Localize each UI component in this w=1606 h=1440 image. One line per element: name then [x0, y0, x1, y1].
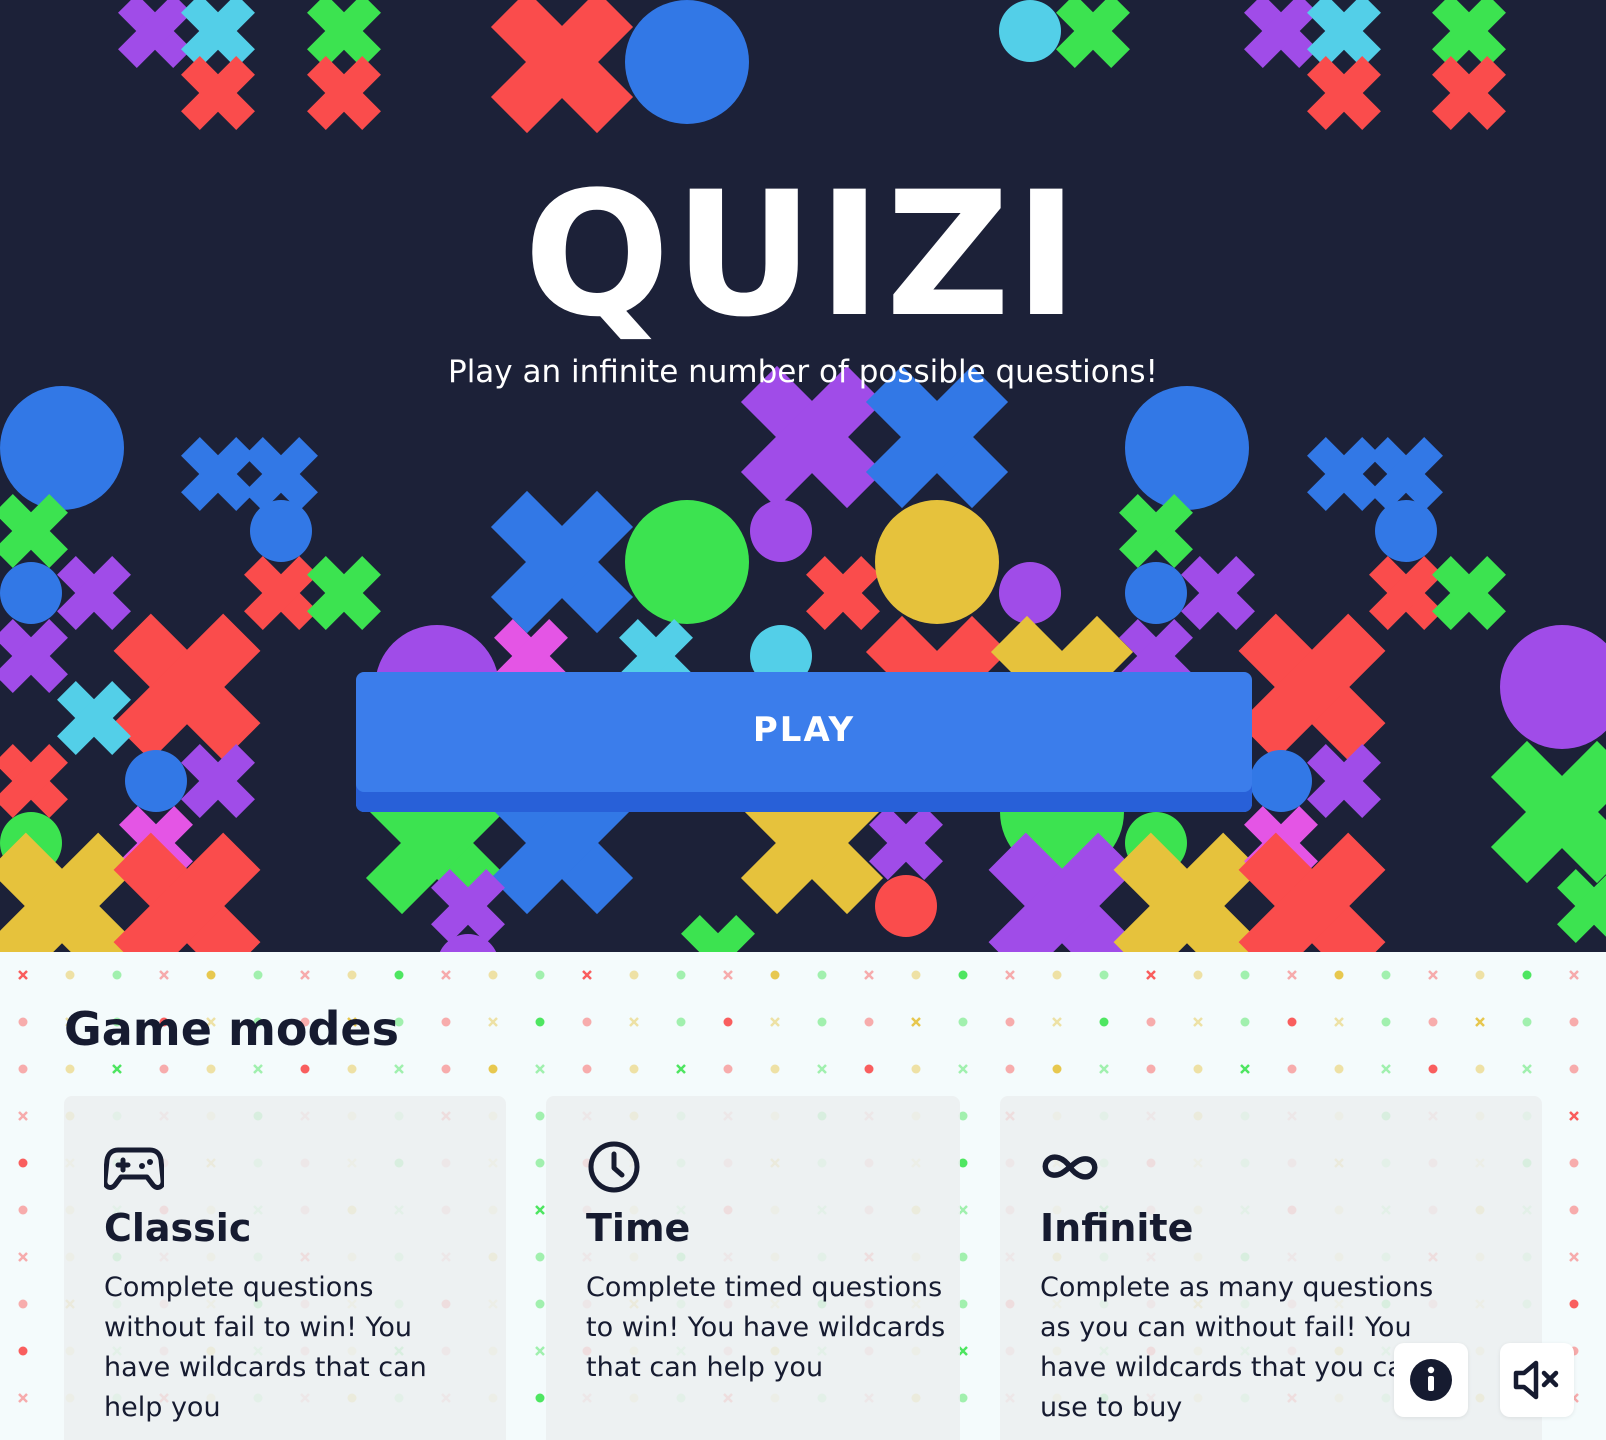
mode-card-classic[interactable]: Classic Complete questions without fail …	[64, 1096, 506, 1440]
game-modes-section: Game modes Classic Complete questions wi…	[0, 952, 1606, 1440]
mode-description-classic: Complete questions without fail to win! …	[104, 1272, 427, 1423]
infinity-icon	[1042, 1154, 1098, 1180]
clock-icon	[588, 1141, 640, 1193]
volume-muted-icon	[1513, 1360, 1559, 1400]
game-modes-title: Game modes	[64, 1002, 399, 1056]
info-icon	[1410, 1359, 1452, 1401]
mode-title-classic: Classic	[104, 1206, 252, 1250]
mode-title-infinite: Infinite	[1040, 1206, 1194, 1250]
info-button[interactable]	[1394, 1343, 1468, 1417]
mode-description-time: Complete timed questions to win! You hav…	[586, 1272, 946, 1383]
hero-section: QUIZI Play an infinite number of possibl…	[0, 0, 1606, 952]
sound-toggle-button[interactable]	[1500, 1343, 1574, 1417]
app-subtitle: Play an infinite number of possible ques…	[448, 354, 1158, 390]
app-title: QUIZI	[523, 154, 1083, 355]
mode-title-time: Time	[586, 1206, 691, 1250]
play-button[interactable]: PLAY	[356, 672, 1252, 812]
mode-card-time[interactable]: Time Complete timed questions to win! Yo…	[546, 1096, 960, 1440]
gamepad-icon	[104, 1147, 164, 1190]
